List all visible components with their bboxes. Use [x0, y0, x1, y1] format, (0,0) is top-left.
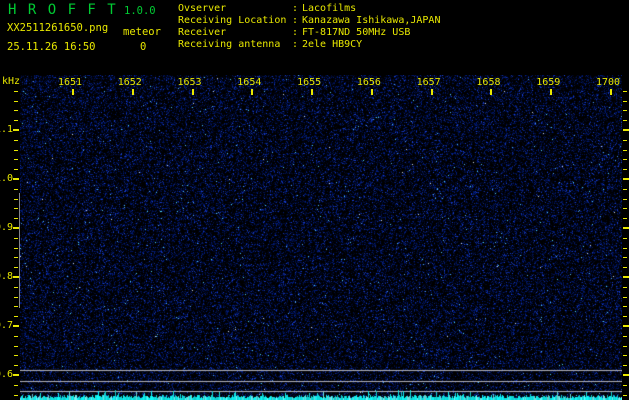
- freq-axis-tick-minor: [14, 218, 18, 219]
- time-axis-label: 1654: [237, 77, 262, 88]
- time-axis-label: 1659: [536, 77, 561, 88]
- freq-axis-tick-minor: [623, 91, 627, 92]
- freq-axis-tick-minor: [14, 120, 18, 121]
- freq-axis-label: 0.9: [0, 222, 13, 233]
- freq-axis-tick-minor: [623, 287, 627, 288]
- freq-axis-label: 1.0: [0, 173, 13, 184]
- freq-axis-unit-label: kHz: [2, 76, 21, 87]
- freq-axis-tick-minor: [623, 267, 627, 268]
- freq-axis-tick-minor: [623, 365, 627, 366]
- freq-axis-tick-minor: [14, 316, 18, 317]
- freq-axis-tick-minor: [623, 189, 627, 190]
- freq-axis-tick-major: [623, 325, 629, 327]
- freq-axis-tick-minor: [623, 140, 627, 141]
- freq-axis-tick-minor: [623, 110, 627, 111]
- freq-axis-tick-minor: [14, 297, 18, 298]
- freq-axis-tick-minor: [14, 238, 18, 239]
- freq-axis-tick-major: [623, 227, 629, 229]
- time-axis-label: 1700: [595, 77, 621, 88]
- time-axis-tick: [371, 89, 373, 95]
- freq-axis-tick-minor: [14, 395, 18, 396]
- time-axis-label: 1652: [117, 77, 142, 88]
- freq-axis-tick-minor: [623, 150, 627, 151]
- freq-axis-tick-minor: [14, 355, 18, 356]
- freq-axis-tick-minor: [623, 257, 627, 258]
- hrofft-output-image: H R O F F T 1.0.0 XX2511261650.png meteo…: [0, 0, 629, 400]
- freq-axis-tick-minor: [623, 101, 627, 102]
- freq-axis-tick-minor: [623, 159, 627, 160]
- freq-axis-tick-minor: [14, 346, 18, 347]
- freq-axis-tick-minor: [623, 336, 627, 337]
- time-axis-tick: [431, 89, 433, 95]
- freq-axis-tick-minor: [623, 355, 627, 356]
- freq-axis-tick-minor: [14, 110, 18, 111]
- freq-axis-tick-minor: [623, 385, 627, 386]
- freq-axis-tick-major: [623, 276, 629, 278]
- freq-axis-tick-major: [623, 374, 629, 376]
- freq-axis-tick-major: [13, 325, 19, 327]
- freq-axis-tick-minor: [14, 257, 18, 258]
- freq-axis-tick-minor: [14, 208, 18, 209]
- freq-axis-tick-minor: [623, 248, 627, 249]
- freq-axis-tick-minor: [14, 91, 18, 92]
- time-axis-tick: [72, 89, 74, 95]
- time-axis-tick: [192, 89, 194, 95]
- time-axis-tick: [490, 89, 492, 95]
- freq-axis-tick-minor: [623, 199, 627, 200]
- freq-axis-tick-minor: [14, 248, 18, 249]
- freq-axis-label: 1.1: [0, 124, 13, 135]
- freq-axis-tick-minor: [14, 287, 18, 288]
- freq-axis-tick-minor: [623, 169, 627, 170]
- freq-axis-tick-minor: [14, 199, 18, 200]
- time-axis-label: 1656: [356, 77, 381, 88]
- freq-axis-tick-minor: [14, 101, 18, 102]
- freq-axis-tick-minor: [623, 346, 627, 347]
- freq-axis-tick-minor: [14, 336, 18, 337]
- freq-axis-label: 0.8: [0, 271, 13, 282]
- freq-axis-label: 0.7: [0, 320, 13, 331]
- freq-axis-label: 0.6: [0, 369, 13, 380]
- time-axis-tick: [311, 89, 313, 95]
- time-axis-label: 1658: [476, 77, 501, 88]
- freq-axis-tick-major: [623, 129, 629, 131]
- freq-axis-tick-minor: [14, 159, 18, 160]
- freq-axis-tick-minor: [623, 238, 627, 239]
- freq-axis-tick-major: [13, 129, 19, 131]
- freq-axis-tick-minor: [623, 395, 627, 396]
- freq-axis-tick-minor: [623, 297, 627, 298]
- freq-axis-tick-minor: [14, 385, 18, 386]
- time-axis-tick: [550, 89, 552, 95]
- freq-axis-tick-major: [13, 178, 19, 180]
- freq-axis-tick-minor: [14, 140, 18, 141]
- freq-axis-tick-minor: [623, 208, 627, 209]
- freq-axis-tick-minor: [14, 169, 18, 170]
- freq-axis-tick-minor: [14, 267, 18, 268]
- time-axis-label: 1653: [177, 77, 202, 88]
- freq-axis-tick-minor: [623, 306, 627, 307]
- spectrogram-axes: kHz 1651 1652 1653 1654 1655 1656 1657 1658 1659…: [0, 0, 629, 400]
- freq-axis-tick-major: [623, 178, 629, 180]
- freq-axis-tick-major: [13, 276, 19, 278]
- time-axis-tick: [251, 89, 253, 95]
- time-axis-label: 1657: [416, 77, 441, 88]
- time-axis-label: 1655: [297, 77, 322, 88]
- freq-axis-tick-minor: [623, 120, 627, 121]
- freq-axis-tick-minor: [14, 150, 18, 151]
- time-axis-label: 1651: [57, 77, 83, 88]
- left-edge-marker-line: [19, 193, 20, 308]
- freq-axis-tick-minor: [14, 365, 18, 366]
- freq-axis-tick-major: [13, 374, 19, 376]
- freq-axis-tick-minor: [623, 316, 627, 317]
- freq-axis-tick-minor: [623, 218, 627, 219]
- freq-axis-tick-minor: [14, 189, 18, 190]
- time-axis-tick: [132, 89, 134, 95]
- freq-axis-tick-major: [13, 227, 19, 229]
- freq-axis-tick-minor: [14, 306, 18, 307]
- time-axis-tick: [610, 89, 612, 95]
